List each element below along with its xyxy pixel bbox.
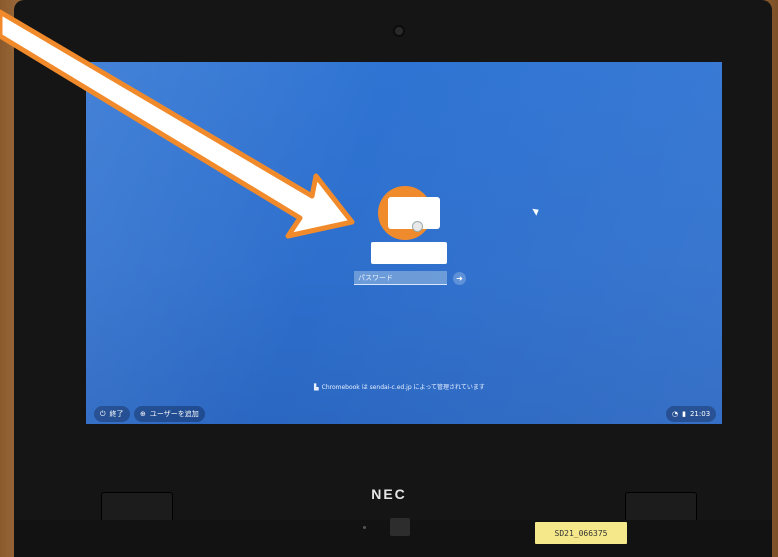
status-led-icon — [363, 526, 366, 529]
brand-logo: NEC — [371, 486, 407, 502]
front-camera-icon — [390, 518, 410, 536]
annotation-arrow-icon — [0, 9, 355, 239]
asset-tag-sticker: SD21_066375 — [535, 522, 627, 544]
